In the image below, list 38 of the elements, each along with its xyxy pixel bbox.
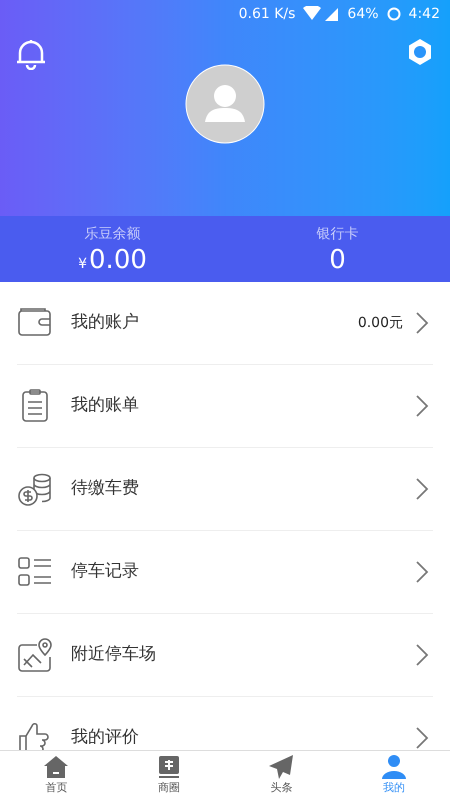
clock: 4:42 — [408, 4, 440, 24]
wifi-signal-icon — [303, 6, 340, 22]
menu-row[interactable]: 我的账单 — [17, 365, 433, 448]
tab[interactable]: 首页 — [0, 751, 112, 800]
menu-row[interactable]: 我的账户 0.00元 — [17, 282, 433, 365]
menu-label: 我的账户 — [71, 311, 139, 334]
balance-label: 银行卡 — [316, 225, 358, 244]
coins-icon — [17, 471, 53, 507]
battery-level: 64% — [347, 4, 379, 24]
tab[interactable]: 头条 — [225, 751, 338, 800]
menu-row[interactable]: 停车记录 — [17, 531, 433, 614]
balance-label: 乐豆余额 — [84, 225, 140, 244]
battery-ring-icon — [386, 7, 401, 21]
chevron-right-icon — [415, 311, 429, 335]
tab[interactable]: 商圈 — [112, 751, 225, 800]
settings-icon[interactable] — [406, 38, 434, 66]
chevron-right-icon — [415, 726, 429, 750]
home-icon — [43, 754, 70, 780]
chevron-right-icon — [415, 394, 429, 418]
menu-value: 0.00元 — [358, 314, 403, 332]
menu-row[interactable]: 附近停车场 — [17, 614, 433, 697]
network-speed: 0.61 K/s — [238, 4, 296, 24]
user-icon — [380, 754, 407, 780]
map-pin-icon — [17, 637, 53, 673]
menu-label: 我的账单 — [71, 394, 139, 418]
chevron-right-icon — [415, 477, 429, 501]
menu-label: 我的评价 — [71, 726, 139, 750]
menu-label: 停车记录 — [71, 560, 139, 584]
balance-value[interactable]: ¥0.00 — [78, 245, 147, 279]
chevron-right-icon — [415, 643, 429, 667]
menu-label: 附近停车场 — [71, 643, 156, 666]
menu-row[interactable]: 待缴车费 — [17, 448, 433, 531]
avatar[interactable] — [185, 64, 265, 144]
menu-label: 待缴车费 — [71, 477, 139, 500]
balance-value[interactable]: 0 — [329, 245, 346, 275]
paper-plane-icon — [268, 754, 294, 780]
bell-icon[interactable] — [16, 38, 46, 70]
chevron-right-icon — [415, 560, 429, 584]
